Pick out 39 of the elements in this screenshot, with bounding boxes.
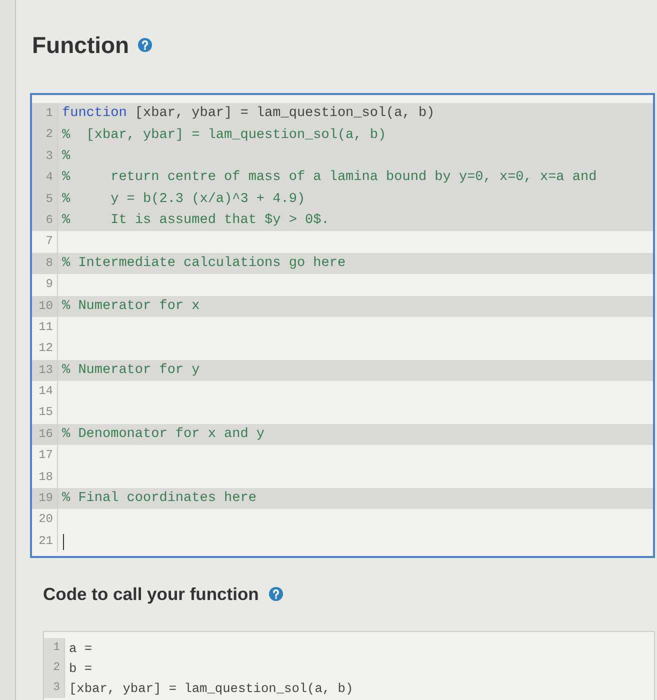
line-number: 5: [32, 188, 58, 210]
help-icon[interactable]: [268, 587, 283, 602]
code-line: a =: [69, 640, 92, 656]
line-number: 1: [44, 638, 65, 658]
line-number: 17: [32, 445, 58, 467]
line-number: 13: [32, 360, 58, 382]
line-number: 2: [44, 658, 65, 678]
line-number: 2: [32, 124, 58, 146]
line-number: 16: [32, 424, 58, 446]
line-number: 6: [32, 210, 58, 232]
code-line: % [xbar, ybar] = lam_question_sol(a, b): [62, 128, 386, 143]
line-number: 14: [32, 381, 58, 402]
code-line: b =: [69, 660, 92, 676]
line-number: 1: [32, 103, 58, 124]
line-number: 8: [32, 252, 58, 274]
line-number: 4: [32, 167, 58, 189]
code-line: % Final coordinates here: [62, 491, 256, 506]
code-line: % Numerator for y: [62, 362, 200, 378]
line-number: 3: [44, 678, 65, 698]
line-number: 10: [32, 296, 58, 317]
code-line: % y = b(2.3 (x/a)^3 + 4.9): [62, 192, 306, 207]
code-line: function [xbar, ybar] = lam_question_sol(a, b): [62, 106, 435, 122]
code-line: % It is assumed that $y > 0$.: [62, 213, 330, 228]
help-icon[interactable]: [138, 38, 152, 52]
code-line: [xbar, ybar] = lam_question_sol(a, b): [69, 680, 354, 696]
line-number: 3: [32, 146, 58, 168]
code-editor[interactable]: [30, 93, 655, 558]
line-number: 21: [32, 530, 58, 552]
section-title: Function: [32, 31, 130, 59]
code-line: % Intermediate calculations go here: [62, 256, 346, 271]
code-line: % return centre of mass of a lamina bound by y=0, x=0, x=a and: [62, 170, 597, 186]
line-number: 19: [32, 488, 58, 510]
section-title: Code to call your function: [43, 583, 259, 606]
line-number: 11: [32, 316, 58, 338]
code-editor[interactable]: 1 a = 2 b = 3 [xbar, ybar] = lam_question_sol(a, b): [43, 631, 655, 700]
code-line: % Numerator for x: [62, 298, 200, 314]
code-line: % Denomonator for x and y: [62, 427, 265, 442]
code-line: %: [62, 148, 70, 164]
line-number: 20: [32, 509, 58, 531]
